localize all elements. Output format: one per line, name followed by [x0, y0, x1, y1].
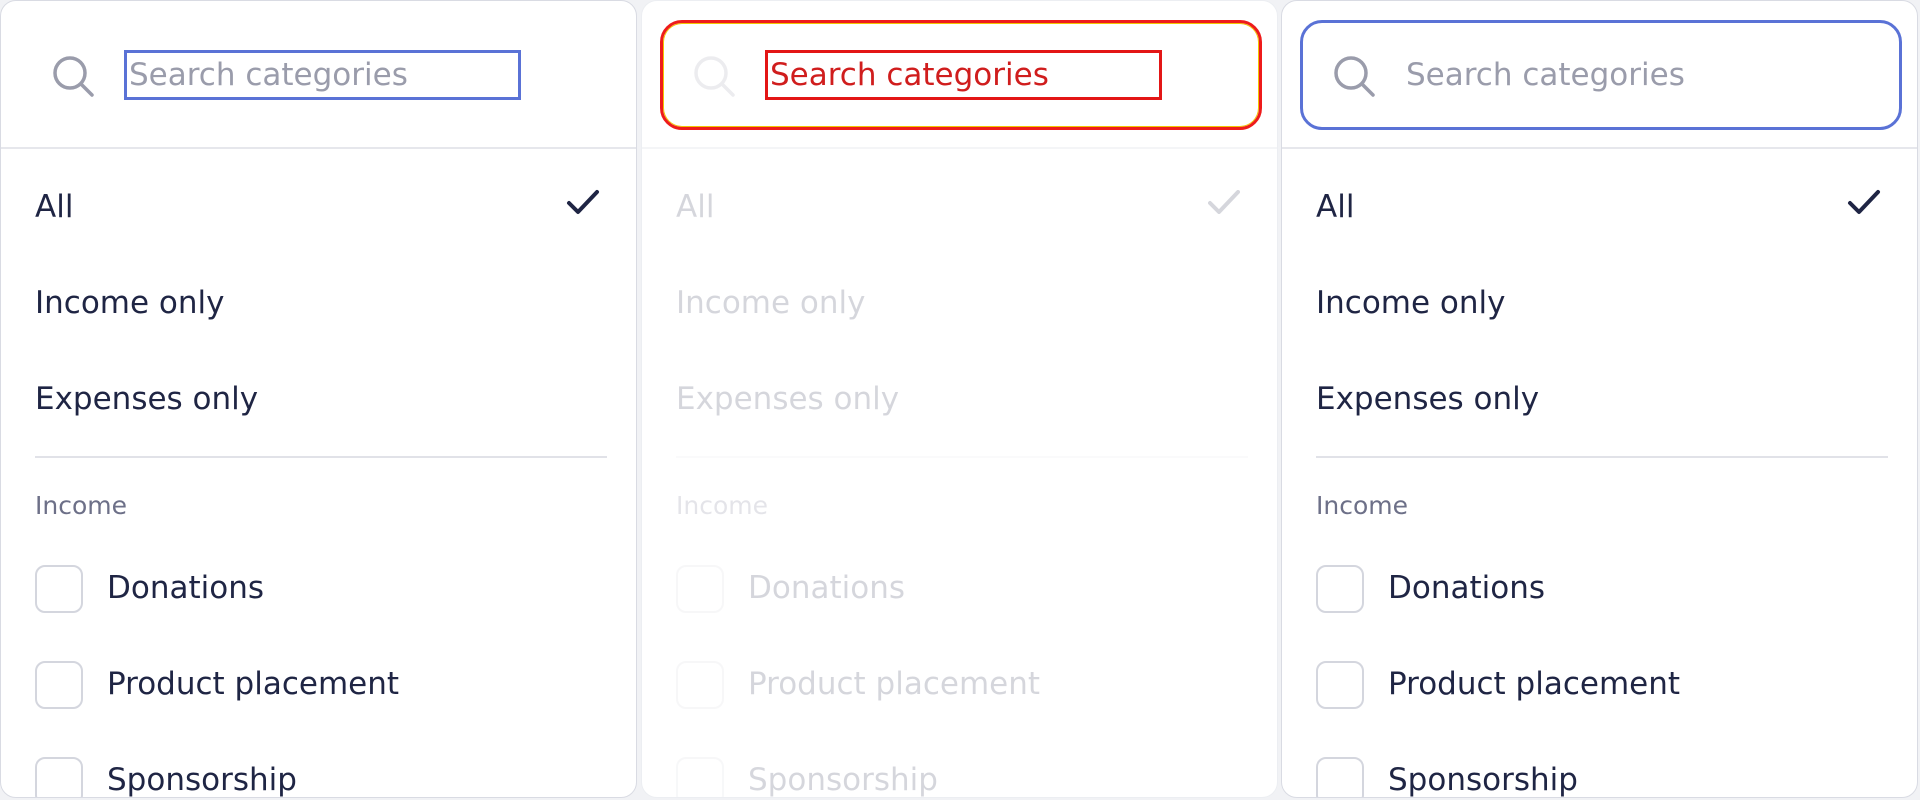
checkbox-icon[interactable] [1316, 757, 1364, 797]
category-label: Donations [107, 570, 265, 606]
category-row-sponsorship[interactable]: Sponsorship [676, 756, 1236, 798]
divider [1316, 456, 1888, 458]
category-dropdown-focused: All Income only Expenses only Income Don… [1281, 0, 1918, 798]
category-label: Sponsorship [1388, 762, 1578, 798]
category-row-sponsorship[interactable]: Sponsorship [35, 756, 595, 798]
search-area [1282, 1, 1917, 149]
category-label: Donations [1388, 570, 1546, 606]
search-area [1, 1, 636, 149]
search-input[interactable] [765, 50, 1162, 100]
checkbox-icon[interactable] [1316, 565, 1364, 613]
category-row-donations[interactable]: Donations [676, 564, 1236, 614]
category-dropdown-default: All Income only Expenses only Income Don… [0, 0, 637, 798]
search-input[interactable] [1401, 50, 1798, 100]
divider [35, 456, 607, 458]
filter-option-all[interactable]: All [35, 187, 73, 227]
filter-option-income-only[interactable]: Income only [35, 283, 225, 323]
filter-option-all[interactable]: All [1316, 187, 1354, 227]
category-label: Product placement [748, 666, 1041, 702]
filter-option-expenses-only[interactable]: Expenses only [676, 379, 899, 419]
category-label: Product placement [107, 666, 400, 702]
check-icon [567, 190, 599, 214]
checkbox-icon[interactable] [35, 565, 83, 613]
section-label-income: Income [35, 491, 127, 520]
category-row-donations[interactable]: Donations [1316, 564, 1876, 614]
check-icon [1208, 190, 1240, 214]
checkbox-icon[interactable] [676, 757, 724, 797]
category-dropdown-highlighted: All Income only Expenses only Income Don… [641, 0, 1278, 798]
search-icon [53, 56, 94, 97]
checkbox-icon[interactable] [676, 565, 724, 613]
filter-option-expenses-only[interactable]: Expenses only [35, 379, 258, 419]
filter-option-income-only[interactable]: Income only [676, 283, 866, 323]
checkbox-icon[interactable] [676, 661, 724, 709]
check-icon [1848, 190, 1880, 214]
filter-option-all[interactable]: All [676, 187, 714, 227]
search-icon [694, 56, 735, 97]
category-row-product-placement[interactable]: Product placement [1316, 660, 1876, 710]
search-icon [1334, 56, 1375, 97]
checkbox-icon[interactable] [35, 757, 83, 797]
search-input[interactable] [124, 50, 521, 100]
checkbox-icon[interactable] [1316, 661, 1364, 709]
category-row-product-placement[interactable]: Product placement [676, 660, 1236, 710]
section-label-income: Income [1316, 491, 1408, 520]
category-row-donations[interactable]: Donations [35, 564, 595, 614]
filter-option-expenses-only[interactable]: Expenses only [1316, 379, 1539, 419]
category-row-product-placement[interactable]: Product placement [35, 660, 595, 710]
filter-option-income-only[interactable]: Income only [1316, 283, 1506, 323]
category-row-sponsorship[interactable]: Sponsorship [1316, 756, 1876, 798]
search-area [642, 1, 1277, 149]
category-label: Sponsorship [748, 762, 938, 798]
divider [676, 456, 1248, 458]
category-label: Sponsorship [107, 762, 297, 798]
category-label: Donations [748, 570, 906, 606]
checkbox-icon[interactable] [35, 661, 83, 709]
section-label-income: Income [676, 491, 768, 520]
category-label: Product placement [1388, 666, 1681, 702]
